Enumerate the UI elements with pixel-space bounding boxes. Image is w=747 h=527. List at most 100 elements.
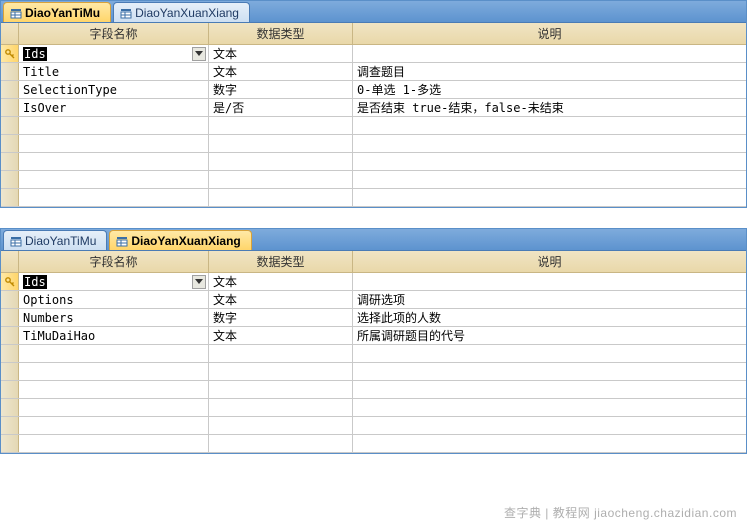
row-gutter[interactable] <box>1 309 19 326</box>
data-type-cell[interactable] <box>209 381 353 398</box>
description-cell[interactable] <box>353 171 746 188</box>
data-type-cell[interactable] <box>209 417 353 434</box>
row-gutter[interactable] <box>1 381 19 398</box>
data-type-cell[interactable]: 是/否 <box>209 99 353 116</box>
data-type-cell[interactable] <box>209 435 353 452</box>
description-cell[interactable]: 调查题目 <box>353 63 746 80</box>
field-name-cell[interactable] <box>19 435 209 452</box>
row-gutter[interactable] <box>1 417 19 434</box>
row-gutter[interactable] <box>1 135 19 152</box>
field-name-cell[interactable]: Ids <box>19 45 209 62</box>
row-gutter[interactable] <box>1 327 19 344</box>
row-gutter[interactable] <box>1 81 19 98</box>
data-type-cell[interactable]: 文本 <box>209 291 353 308</box>
data-type-cell[interactable] <box>209 171 353 188</box>
row-gutter[interactable] <box>1 45 19 62</box>
description-cell[interactable] <box>353 153 746 170</box>
row-gutter[interactable] <box>1 345 19 362</box>
header-description[interactable]: 说明 <box>353 251 746 272</box>
data-type-cell[interactable] <box>209 153 353 170</box>
data-type-cell[interactable] <box>209 399 353 416</box>
grid-row-empty[interactable] <box>1 381 746 399</box>
field-name-cell[interactable] <box>19 171 209 188</box>
row-gutter[interactable] <box>1 153 19 170</box>
description-cell[interactable] <box>353 363 746 380</box>
grid-row[interactable]: Numbers 数字 选择此项的人数 <box>1 309 746 327</box>
data-type-cell[interactable]: 文本 <box>209 327 353 344</box>
data-type-cell[interactable]: 数字 <box>209 309 353 326</box>
grid-row-empty[interactable] <box>1 153 746 171</box>
field-name-cell[interactable]: TiMuDaiHao <box>19 327 209 344</box>
grid-row-empty[interactable] <box>1 189 746 207</box>
data-type-cell[interactable] <box>209 135 353 152</box>
description-cell[interactable]: 调研选项 <box>353 291 746 308</box>
field-name-cell[interactable] <box>19 417 209 434</box>
description-cell[interactable] <box>353 345 746 362</box>
description-cell[interactable]: 0-单选 1-多选 <box>353 81 746 98</box>
grid-row[interactable]: Ids 文本 <box>1 273 746 291</box>
row-gutter[interactable] <box>1 291 19 308</box>
field-name-cell[interactable] <box>19 363 209 380</box>
field-name-cell[interactable] <box>19 345 209 362</box>
grid-row-empty[interactable] <box>1 363 746 381</box>
row-gutter[interactable] <box>1 189 19 206</box>
field-name-cell[interactable]: Title <box>19 63 209 80</box>
description-cell[interactable]: 选择此项的人数 <box>353 309 746 326</box>
header-description[interactable]: 说明 <box>353 23 746 44</box>
field-name-cell[interactable] <box>19 189 209 206</box>
tab-diaoyantimu[interactable]: DiaoYanTiMu <box>3 2 111 22</box>
field-name-cell[interactable]: IsOver <box>19 99 209 116</box>
field-name-cell[interactable] <box>19 399 209 416</box>
description-cell[interactable] <box>353 417 746 434</box>
grid-row[interactable]: IsOver 是/否 是否结束 true-结束，false-未结束 <box>1 99 746 117</box>
data-type-cell[interactable]: 文本 <box>209 45 353 62</box>
description-cell[interactable] <box>353 117 746 134</box>
grid-row[interactable]: Ids 文本 <box>1 45 746 63</box>
grid-row-empty[interactable] <box>1 345 746 363</box>
field-name-cell[interactable]: Numbers <box>19 309 209 326</box>
field-name-cell[interactable]: SelectionType <box>19 81 209 98</box>
description-cell[interactable] <box>353 381 746 398</box>
description-cell[interactable] <box>353 273 746 290</box>
row-gutter[interactable] <box>1 435 19 452</box>
tab-diaoyanxuanxiang[interactable]: DiaoYanXuanXiang <box>113 2 250 22</box>
description-cell[interactable] <box>353 189 746 206</box>
data-type-cell[interactable] <box>209 117 353 134</box>
data-type-cell[interactable] <box>209 363 353 380</box>
dropdown-button[interactable] <box>192 275 206 289</box>
field-name-cell[interactable]: Ids <box>19 273 209 290</box>
field-name-cell[interactable] <box>19 153 209 170</box>
grid-row-empty[interactable] <box>1 435 746 453</box>
grid-row[interactable]: SelectionType 数字 0-单选 1-多选 <box>1 81 746 99</box>
grid-row-empty[interactable] <box>1 171 746 189</box>
row-gutter[interactable] <box>1 363 19 380</box>
description-cell[interactable] <box>353 435 746 452</box>
grid-row-empty[interactable] <box>1 135 746 153</box>
grid-row-empty[interactable] <box>1 117 746 135</box>
data-type-cell[interactable] <box>209 189 353 206</box>
tab-diaoyanxuanxiang[interactable]: DiaoYanXuanXiang <box>109 230 251 250</box>
data-type-cell[interactable]: 数字 <box>209 81 353 98</box>
description-cell[interactable] <box>353 135 746 152</box>
tab-diaoyantimu[interactable]: DiaoYanTiMu <box>3 230 107 250</box>
row-gutter[interactable] <box>1 171 19 188</box>
description-cell[interactable] <box>353 399 746 416</box>
grid-row-empty[interactable] <box>1 399 746 417</box>
field-name-cell[interactable] <box>19 381 209 398</box>
description-cell[interactable]: 是否结束 true-结束，false-未结束 <box>353 99 746 116</box>
grid-row-empty[interactable] <box>1 417 746 435</box>
data-type-cell[interactable]: 文本 <box>209 63 353 80</box>
field-name-cell[interactable]: Options <box>19 291 209 308</box>
header-data-type[interactable]: 数据类型 <box>209 251 353 272</box>
field-name-cell[interactable] <box>19 117 209 134</box>
description-cell[interactable]: 所属调研题目的代号 <box>353 327 746 344</box>
row-gutter[interactable] <box>1 117 19 134</box>
field-name-cell[interactable] <box>19 135 209 152</box>
grid-row[interactable]: Options 文本 调研选项 <box>1 291 746 309</box>
row-gutter[interactable] <box>1 99 19 116</box>
header-field-name[interactable]: 字段名称 <box>19 23 209 44</box>
data-type-cell[interactable]: 文本 <box>209 273 353 290</box>
grid-row[interactable]: TiMuDaiHao 文本 所属调研题目的代号 <box>1 327 746 345</box>
header-data-type[interactable]: 数据类型 <box>209 23 353 44</box>
row-gutter[interactable] <box>1 273 19 290</box>
